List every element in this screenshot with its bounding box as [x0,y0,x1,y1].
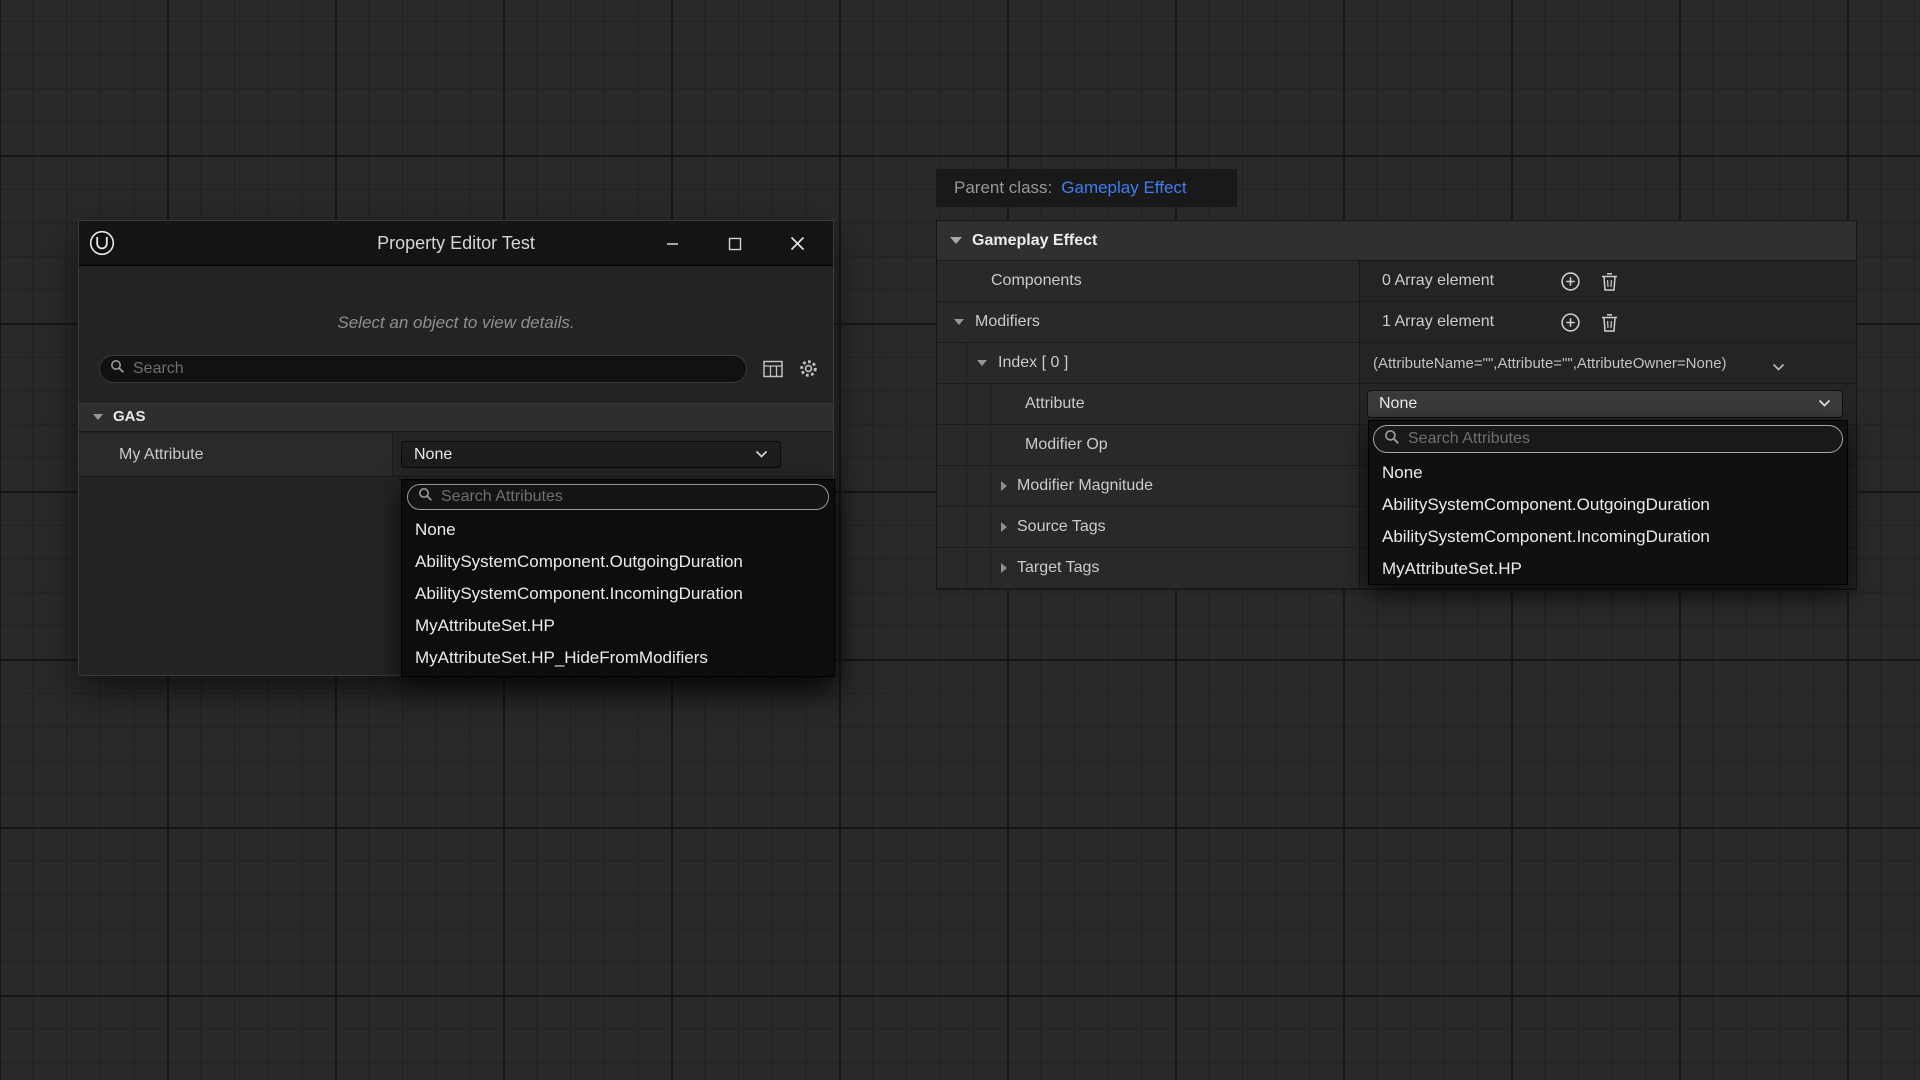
dropdown-item-none[interactable]: None [1369,457,1847,489]
category-header-gameplay-effect[interactable]: Gameplay Effect [937,221,1856,261]
parent-class-link[interactable]: Gameplay Effect [1061,178,1186,198]
row-label: Attribute [1025,395,1085,413]
attribute-search-input[interactable] [441,488,818,506]
row-value-cell: (AttributeName="",Attribute="",Attribute… [1360,343,1856,383]
minimize-button[interactable] [649,221,695,266]
row-value-cell: 0 Array element [1360,261,1856,301]
array-count: 1 Array element [1360,313,1494,331]
row-label: Modifiers [975,313,1040,331]
row-label: Modifier Magnitude [1017,477,1153,495]
combobox-value: None [1379,395,1818,413]
chevron-down-icon [755,446,768,464]
dropdown-item-hp[interactable]: MyAttributeSet.HP [1369,553,1847,585]
dropdown-item-incoming-duration[interactable]: AbilitySystemComponent.IncomingDuration [1369,521,1847,553]
attribute-search-box[interactable] [1373,425,1843,453]
row-label: Target Tags [1017,559,1099,577]
details-row-index-0[interactable]: Index [ 0 ] (AttributeName="",Attribute=… [937,343,1856,384]
category-label: GAS [113,408,146,425]
property-label-cell: My Attribute [79,433,393,477]
chevron-down-icon[interactable] [1772,359,1785,377]
dropdown-item-outgoing-duration[interactable]: AbilitySystemComponent.OutgoingDuration [1369,489,1847,521]
clear-array-button[interactable] [1600,312,1619,333]
details-row-attribute[interactable]: Attribute None [937,384,1856,425]
dropdown-item-hp[interactable]: MyAttributeSet.HP [402,610,834,642]
property-editor-test-window: Property Editor Test Select an object to… [78,220,834,676]
dropdown-item-hp-hide-from-modifiers[interactable]: MyAttributeSet.HP_HideFromModifiers [402,642,834,674]
attribute-options-list: None AbilitySystemComponent.OutgoingDura… [1369,457,1847,585]
row-value-cell: None [1360,384,1856,424]
search-input[interactable] [133,360,736,378]
expand-arrow-icon[interactable] [954,319,964,325]
category-label: Gameplay Effect [972,232,1097,250]
collapsed-arrow-icon[interactable] [1001,563,1007,573]
expand-arrow-icon[interactable] [93,414,103,420]
search-icon [1384,429,1400,450]
attribute-search-input[interactable] [1408,430,1832,448]
row-value-cell: 1 Array element [1360,302,1856,342]
category-header-gas[interactable]: GAS [79,401,833,432]
maximize-button[interactable] [712,221,758,266]
attribute-combobox[interactable]: None [1367,390,1843,418]
details-search-box[interactable] [99,355,747,383]
add-array-element-button[interactable] [1560,312,1581,333]
row-label: Source Tags [1017,518,1106,536]
row-label-cell: Source Tags [937,507,1360,547]
blueprint-graph-canvas[interactable]: Property Editor Test Select an object to… [0,0,1920,1080]
parent-class-bar: Parent class: Gameplay Effect [936,169,1237,207]
add-array-element-button[interactable] [1560,271,1581,292]
collapsed-arrow-icon[interactable] [1001,522,1007,532]
property-label: My Attribute [119,446,203,464]
property-value-cell: None [393,433,833,477]
chevron-down-icon [1818,395,1831,413]
row-label-cell: Modifier Op [937,425,1360,465]
row-label: Components [991,272,1082,290]
empty-selection-hint: Select an object to view details. [79,313,833,333]
dropdown-item-incoming-duration[interactable]: AbilitySystemComponent.IncomingDuration [402,578,834,610]
details-row-modifiers[interactable]: Modifiers 1 Array element [937,302,1856,343]
view-options-icon[interactable] [763,360,783,383]
dropdown-item-outgoing-duration[interactable]: AbilitySystemComponent.OutgoingDuration [402,546,834,578]
property-row-my-attribute[interactable]: My Attribute None [79,433,833,477]
row-label: Index [ 0 ] [998,354,1068,372]
row-label-cell: Index [ 0 ] [937,343,1360,383]
row-label: Modifier Op [1025,436,1108,454]
search-icon [110,359,125,379]
clear-array-button[interactable] [1600,271,1619,292]
row-label-cell: Components [937,261,1360,301]
collapsed-arrow-icon[interactable] [1001,481,1007,491]
combobox-value: None [414,446,755,464]
dropdown-item-none[interactable]: None [402,514,834,546]
attribute-options-list: None AbilitySystemComponent.OutgoingDura… [402,514,834,674]
expand-arrow-icon[interactable] [977,360,987,366]
expand-arrow-icon[interactable] [950,237,962,244]
struct-preview: (AttributeName="",Attribute="",Attribute… [1360,355,1727,372]
my-attribute-combobox[interactable]: None [401,441,781,468]
attribute-picker-dropdown-right: None AbilitySystemComponent.OutgoingDura… [1368,420,1848,585]
row-label-cell: Attribute [937,384,1360,424]
attribute-picker-dropdown: None AbilitySystemComponent.OutgoingDura… [401,479,835,677]
row-label-cell: Modifier Magnitude [937,466,1360,506]
array-count: 0 Array element [1360,272,1494,290]
details-row-components[interactable]: Components 0 Array element [937,261,1856,302]
parent-class-label: Parent class: [954,178,1052,198]
row-label-cell: Target Tags [937,548,1360,588]
row-label-cell: Modifiers [937,302,1360,342]
attribute-search-box[interactable] [407,484,829,510]
close-button[interactable] [774,221,820,266]
window-titlebar[interactable]: Property Editor Test [79,221,833,266]
settings-gear-icon[interactable] [798,358,819,384]
search-icon [418,487,433,507]
